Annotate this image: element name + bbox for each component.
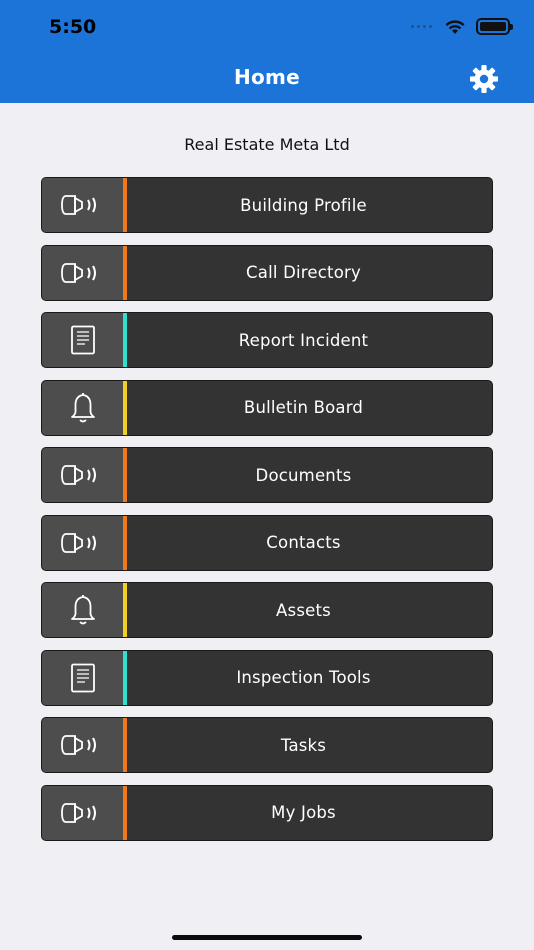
settings-button[interactable]	[468, 63, 500, 95]
battery-icon	[476, 18, 513, 35]
menu-item-label: Contacts	[266, 533, 341, 552]
menu-list: Building Profile Call Directory Report I…	[41, 177, 493, 852]
home-indicator[interactable]	[172, 935, 362, 940]
speaker-icon	[60, 532, 96, 553]
speaker-icon	[60, 802, 96, 823]
speaker-icon	[60, 735, 96, 755]
menu-item-contacts[interactable]: Contacts	[41, 514, 493, 571]
menu-item-inspection-tools[interactable]: Inspection Tools	[41, 649, 493, 706]
page-title: Home	[233, 65, 301, 89]
menu-item-label: Building Profile	[240, 195, 367, 215]
menu-item-building-profile[interactable]: Building Profile	[41, 177, 493, 233]
speaker-icon	[60, 195, 96, 215]
menu-item-label: Assets	[276, 600, 331, 620]
menu-item-label: Tasks	[280, 735, 327, 755]
menu-item-label: My Jobs	[271, 803, 336, 822]
gear-icon	[470, 65, 498, 93]
menu-item-label: Inspection Tools	[236, 668, 371, 687]
menu-item-documents[interactable]: Documents	[41, 447, 493, 503]
menu-item-label: Documents	[255, 465, 352, 485]
bell-icon	[70, 392, 95, 422]
speaker-icon	[60, 465, 96, 485]
status-time: 5:50	[49, 16, 97, 38]
bell-icon	[70, 595, 95, 625]
menu-item-bulletin-board[interactable]: Bulletin Board	[41, 379, 493, 436]
speaker-icon	[60, 262, 96, 283]
menu-item-report-incident[interactable]: Report Incident	[41, 312, 493, 368]
menu-item-label: Call Directory	[246, 263, 361, 282]
top-bar: 5:50 Home	[0, 0, 534, 103]
menu-item-tasks[interactable]: Tasks	[41, 717, 493, 773]
menu-item-call-directory[interactable]: Call Directory	[41, 244, 493, 301]
menu-item-assets[interactable]: Assets	[41, 582, 493, 638]
menu-item-my-jobs[interactable]: My Jobs	[41, 784, 493, 841]
document-icon	[70, 325, 95, 355]
company-name: Real Estate Meta Ltd	[184, 135, 350, 154]
menu-item-label: Bulletin Board	[243, 398, 364, 417]
menu-item-label: Report Incident	[238, 330, 369, 350]
cellular-signal-icon	[411, 25, 432, 28]
status-indicators	[411, 18, 513, 35]
wifi-icon	[445, 19, 465, 34]
document-icon	[70, 663, 95, 692]
